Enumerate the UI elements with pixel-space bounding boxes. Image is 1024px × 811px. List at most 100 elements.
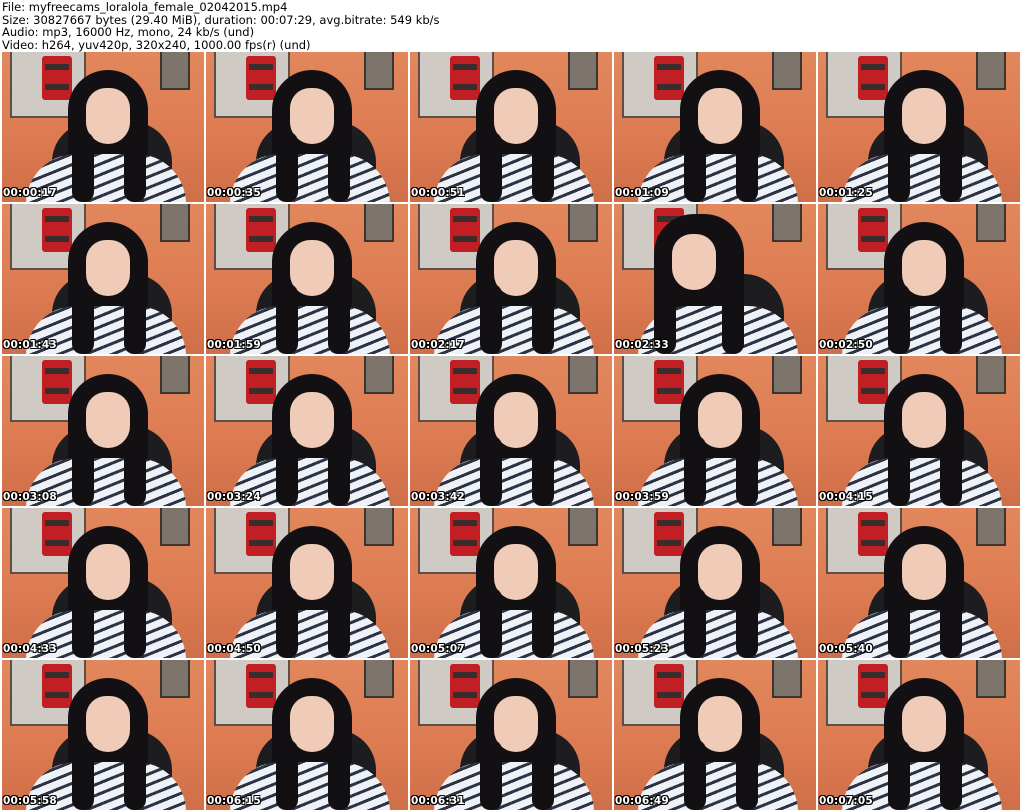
wall-frame [160, 204, 190, 242]
hair-strand-right [940, 588, 962, 658]
bus-image [450, 664, 480, 708]
wall-frame [364, 356, 394, 394]
hair-strand-right [722, 284, 744, 354]
wall-frame [976, 52, 1006, 90]
face [86, 696, 130, 752]
bus-image [858, 512, 888, 556]
bus-image [42, 208, 72, 252]
wall-frame [364, 660, 394, 698]
hair-strand-right [736, 436, 758, 506]
timestamp-label: 00:02:33 [615, 339, 669, 351]
face [86, 88, 130, 144]
timestamp-label: 00:07:05 [819, 795, 873, 807]
timestamp-label: 00:04:33 [3, 643, 57, 655]
hair-strand-left [888, 284, 910, 354]
bus-image [450, 360, 480, 404]
hair-strand-left [480, 132, 502, 202]
bus-image [246, 56, 276, 100]
face [698, 696, 742, 752]
bus-image [246, 664, 276, 708]
video-thumbnail: 00:02:50 [818, 204, 1020, 354]
hair-strand-right [124, 132, 146, 202]
bus-image [858, 664, 888, 708]
face [494, 240, 538, 296]
video-thumbnail: 00:02:17 [410, 204, 612, 354]
video-thumbnail: 00:03:42 [410, 356, 612, 506]
hair-strand-left [480, 436, 502, 506]
timestamp-label: 00:05:58 [3, 795, 57, 807]
hair-strand-left [480, 284, 502, 354]
wall-frame [364, 52, 394, 90]
hair-strand-right [940, 740, 962, 810]
hair-strand-left [72, 436, 94, 506]
hair-strand-right [124, 436, 146, 506]
timestamp-label: 00:02:17 [411, 339, 465, 351]
bus-image [42, 56, 72, 100]
timestamp-label: 00:06:31 [411, 795, 465, 807]
video-thumbnail: 00:04:50 [206, 508, 408, 658]
face [902, 544, 946, 600]
wall-frame [772, 356, 802, 394]
video-info-line: Video: h264, yuv420p, 320x240, 1000.00 f… [2, 37, 311, 52]
video-thumbnail: 00:01:59 [206, 204, 408, 354]
video-thumbnail: 00:04:15 [818, 356, 1020, 506]
face [698, 88, 742, 144]
video-thumbnail: 00:04:33 [2, 508, 204, 658]
hair-strand-left [888, 588, 910, 658]
wall-frame [364, 204, 394, 242]
bus-image [654, 512, 684, 556]
hair-strand-right [328, 284, 350, 354]
face [494, 392, 538, 448]
hair-strand-right [124, 740, 146, 810]
hair-strand-right [532, 740, 554, 810]
wall-frame [976, 508, 1006, 546]
face [698, 544, 742, 600]
video-thumbnail: 00:03:24 [206, 356, 408, 506]
video-thumbnail: 00:07:05 [818, 660, 1020, 810]
hair-strand-right [532, 436, 554, 506]
hair-strand-right [940, 284, 962, 354]
face [86, 392, 130, 448]
hair-strand-left [684, 740, 706, 810]
video-thumbnail: 00:00:35 [206, 52, 408, 202]
face [290, 392, 334, 448]
hair-strand-left [276, 740, 298, 810]
wall-frame [976, 356, 1006, 394]
hair-strand-right [736, 740, 758, 810]
hair-strand-right [532, 132, 554, 202]
hair-strand-right [328, 588, 350, 658]
face [902, 696, 946, 752]
hair-strand-right [532, 284, 554, 354]
wall-frame [976, 204, 1006, 242]
timestamp-label: 00:03:08 [3, 491, 57, 503]
video-thumbnail: 00:05:07 [410, 508, 612, 658]
bus-image [450, 512, 480, 556]
wall-frame [160, 356, 190, 394]
video-thumbnail: 00:02:33 [614, 204, 816, 354]
audio-info-line: Audio: mp3, 16000 Hz, mono, 24 kb/s (und… [2, 25, 255, 40]
hair-strand-right [736, 132, 758, 202]
bus-image [654, 360, 684, 404]
timestamp-label: 00:01:25 [819, 187, 873, 199]
hair-strand-left [684, 436, 706, 506]
timestamp-label: 00:00:17 [3, 187, 57, 199]
thumbnail-grid: 00:00:17 00:00:35 00:00:51 00:01:09 00:01:25… [2, 52, 1020, 810]
wall-frame [772, 508, 802, 546]
wall-frame [160, 660, 190, 698]
wall-frame [160, 508, 190, 546]
face [290, 544, 334, 600]
video-thumbnail: 00:00:51 [410, 52, 612, 202]
bus-image [42, 360, 72, 404]
face [290, 88, 334, 144]
wall-frame [568, 52, 598, 90]
hair-strand-left [276, 284, 298, 354]
timestamp-label: 00:05:23 [615, 643, 669, 655]
video-thumbnail: 00:01:09 [614, 52, 816, 202]
hair-strand-left [480, 740, 502, 810]
timestamp-label: 00:00:51 [411, 187, 465, 199]
wall-frame [160, 52, 190, 90]
bus-image [858, 208, 888, 252]
video-thumbnail: 00:06:49 [614, 660, 816, 810]
file-info-header: File: myfreecams_loralola_female_0204201… [0, 0, 1024, 52]
wall-frame [568, 508, 598, 546]
